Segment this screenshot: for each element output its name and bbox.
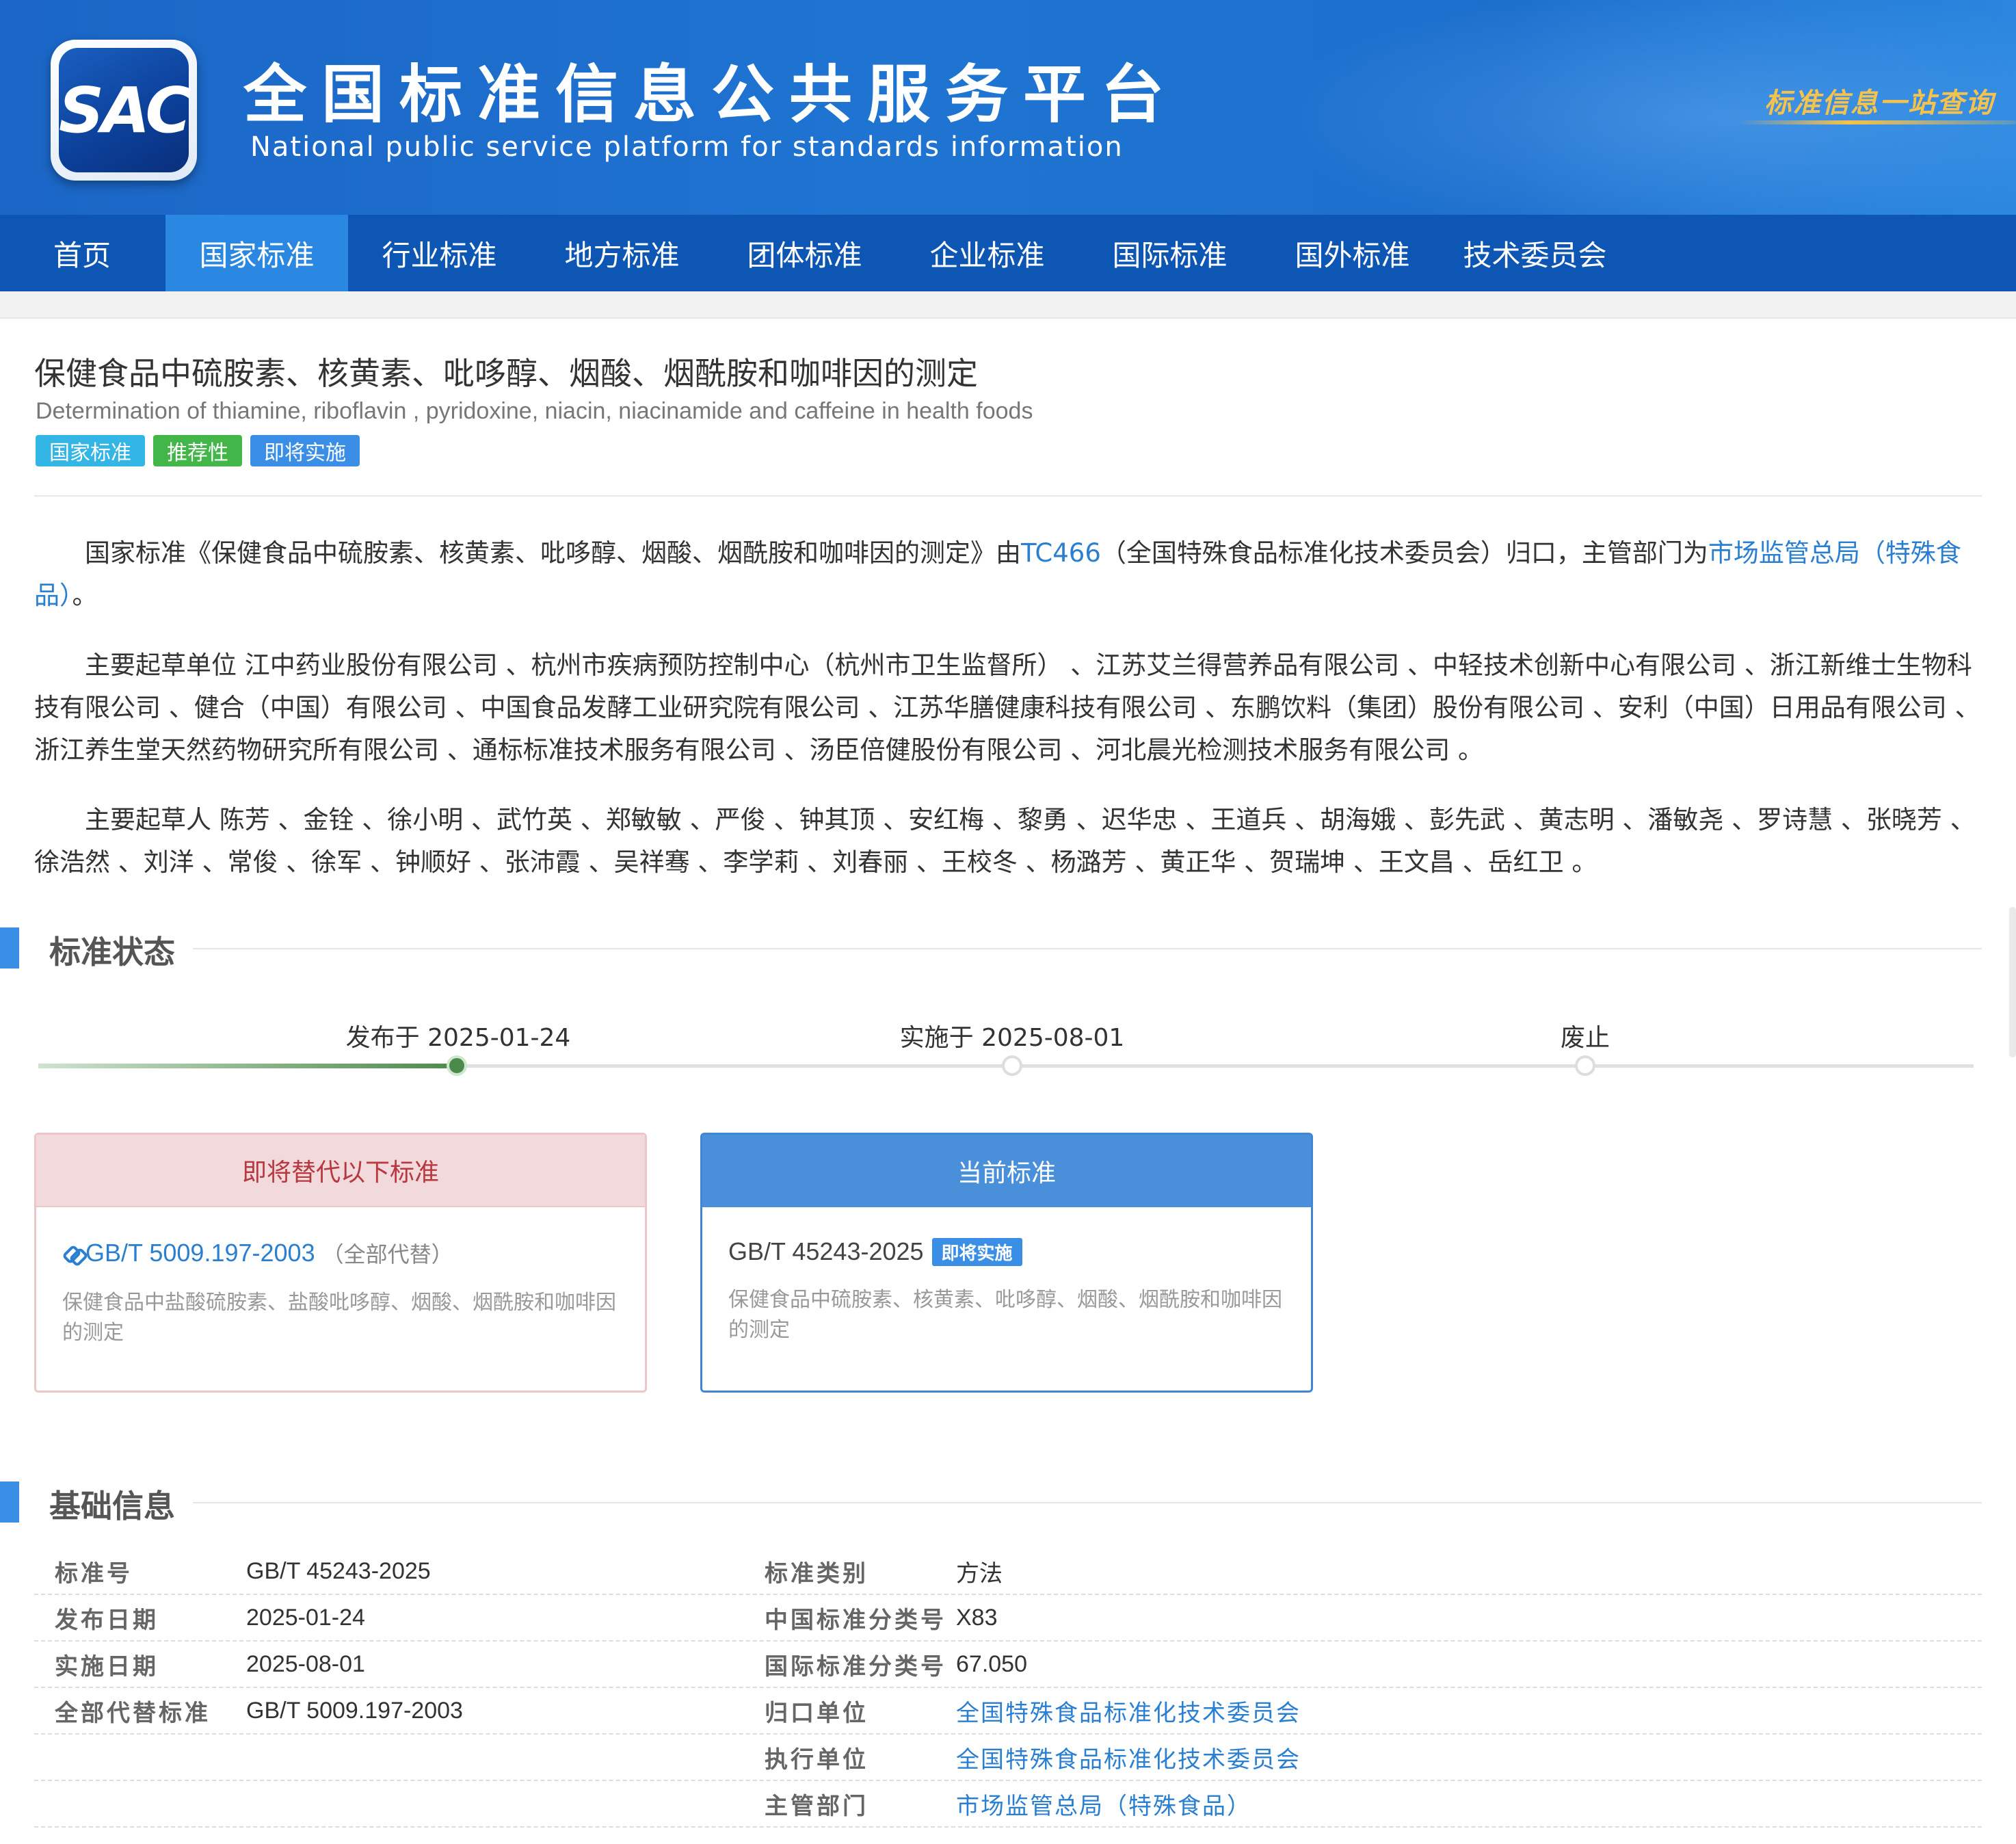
status-section-title: 标准状态 [49, 934, 175, 971]
main-nav: 首页 国家标准 行业标准 地方标准 团体标准 企业标准 国际标准 国外标准 技术… [0, 215, 2016, 291]
intro-paragraph: 国家标准《保健食品中硫胺素、核黄素、吡哆醇、烟酸、烟酰胺和咖啡因的测定》由TC4… [34, 532, 1983, 617]
label-responsible-unit: 归口单位 [765, 1699, 868, 1727]
current-standard-code: GB/T 45243-2025 [728, 1237, 924, 1265]
site-banner: SAC 全国标准信息公共服务平台 National public service… [0, 0, 2016, 215]
info-row: 主管部门 市场监管总局（特殊食品） [34, 1781, 1982, 1828]
label-implement-date: 实施日期 [55, 1652, 159, 1681]
nav-divider [0, 291, 2016, 319]
nav-enterprise-standards[interactable]: 企业标准 [896, 215, 1078, 291]
basic-section-line [193, 1502, 1982, 1503]
intro-text-middle: （全国特殊食品标准化技术委员会）归口，主管部门为 [1100, 538, 1708, 568]
label-publish-date: 发布日期 [55, 1606, 159, 1634]
current-standard-desc: 保健食品中硫胺素、核黄素、吡哆醇、烟酸、烟酰胺和咖啡因的测定 [728, 1288, 1282, 1342]
current-card-header: 当前标准 [702, 1135, 1311, 1207]
basic-section-marker [0, 1481, 19, 1523]
value-standard-category: 方法 [956, 1560, 1003, 1587]
standard-title-en: Determination of thiamine, riboflavin , … [36, 398, 1033, 424]
intro-text-suffix: 。 [72, 581, 98, 610]
label-replaced-standard: 全部代替标准 [55, 1699, 211, 1727]
current-standard-row: GB/T 45243-2025 即将实施 [728, 1237, 1285, 1266]
tag-recommended: 推荐性 [153, 435, 242, 466]
replaced-standard-note: （全部代替） [321, 1242, 453, 1267]
tag-national-standard: 国家标准 [36, 435, 145, 466]
current-standard-card: 当前标准 GB/T 45243-2025 即将实施 保健食品中硫胺素、核黄素、吡… [700, 1133, 1313, 1393]
site-title: 全国标准信息公共服务平台 [243, 58, 1180, 131]
link-icon [62, 1243, 83, 1263]
replaced-card-header: 即将替代以下标准 [36, 1135, 645, 1207]
value-responsible-unit-link[interactable]: 全国特殊食品标准化技术委员会 [956, 1688, 1301, 1733]
replaced-standard-link[interactable]: GB/T 5009.197-2003 [85, 1239, 315, 1267]
site-subtitle: National public service platform for sta… [250, 131, 1124, 163]
timeline-progress [38, 1064, 457, 1068]
drafters-paragraph: 主要起草人 陈芳 、金铨 、徐小明 、武竹英 、郑敏敏 、严俊 、钟其顶 、安红… [34, 805, 1976, 877]
timeline-dot-published [447, 1055, 467, 1076]
timeline-dot-abolished [1575, 1055, 1595, 1076]
timeline-implemented-label: 实施于 2025-08-01 [899, 1024, 1125, 1052]
value-ics: 67.050 [956, 1650, 1027, 1677]
slogan-underline [1737, 120, 2016, 124]
nav-group-standards[interactable]: 团体标准 [713, 215, 896, 291]
status-section-line [193, 948, 1982, 949]
label-executing-unit: 执行单位 [765, 1746, 868, 1774]
nav-national-standards[interactable]: 国家标准 [165, 215, 348, 291]
current-standard-badge: 即将实施 [931, 1237, 1022, 1266]
basic-section-title: 基础信息 [49, 1488, 175, 1525]
value-replaced-standard: GB/T 5009.197-2003 [246, 1697, 463, 1724]
replaced-standard-desc: 保健食品中盐酸硫胺素、盐酸吡哆醇、烟酸、烟酰胺和咖啡因的测定 [62, 1291, 616, 1345]
label-competent-department: 主管部门 [765, 1792, 868, 1820]
title-divider [34, 495, 1982, 497]
nav-industry-standards[interactable]: 行业标准 [348, 215, 531, 291]
scrollbar[interactable] [2009, 907, 2016, 1057]
tag-upcoming: 即将实施 [250, 435, 360, 466]
sac-logo[interactable]: SAC [51, 40, 197, 181]
timeline-dot-implemented [1002, 1055, 1022, 1076]
intro-text-prefix: 国家标准《保健食品中硫胺素、核黄素、吡哆醇、烟酸、烟酰胺和咖啡因的测定》由 [85, 538, 1021, 568]
info-row: 发布日期 2025-01-24 中国标准分类号 X83 [34, 1595, 1982, 1642]
value-publish-date: 2025-01-24 [246, 1604, 365, 1631]
slogan: 标准信息一站查询 [1764, 88, 1994, 119]
standard-tags: 国家标准 推荐性 即将实施 [36, 435, 360, 466]
nav-home[interactable]: 首页 [0, 215, 165, 291]
timeline-published-label: 发布于 2025-01-24 [345, 1024, 571, 1052]
sac-logo-text: SAC [59, 48, 191, 172]
info-row: 实施日期 2025-08-01 国际标准分类号 67.050 [34, 1642, 1982, 1688]
status-section-marker [0, 927, 19, 969]
tc-link[interactable]: TC466 [1021, 538, 1101, 568]
nav-international-standards[interactable]: 国际标准 [1078, 215, 1261, 291]
nav-foreign-standards[interactable]: 国外标准 [1261, 215, 1444, 291]
drafting-units-paragraph: 主要起草单位 江中药业股份有限公司 、杭州市疾病预防控制中心（杭州市卫生监督所）… [34, 650, 1980, 765]
label-standard-number: 标准号 [55, 1559, 133, 1588]
value-implement-date: 2025-08-01 [246, 1650, 365, 1677]
replaced-standard-card: 即将替代以下标准 GB/T 5009.197-2003 （全部代替） 保健食品中… [34, 1133, 647, 1393]
label-ics: 国际标准分类号 [765, 1652, 946, 1681]
info-row: 执行单位 全国特殊食品标准化技术委员会 [34, 1735, 1982, 1781]
label-standard-category: 标准类别 [765, 1559, 868, 1588]
value-ccs: X83 [956, 1604, 998, 1631]
standard-title-cn: 保健食品中硫胺素、核黄素、吡哆醇、烟酸、烟酰胺和咖啡因的测定 [34, 355, 978, 392]
value-standard-number: GB/T 45243-2025 [246, 1557, 431, 1584]
label-ccs: 中国标准分类号 [765, 1606, 946, 1634]
value-executing-unit-link[interactable]: 全国特殊食品标准化技术委员会 [956, 1735, 1301, 1780]
info-row: 全部代替标准 GB/T 5009.197-2003 归口单位 全国特殊食品标准化… [34, 1688, 1982, 1735]
info-row: 标准号 GB/T 45243-2025 标准类别 方法 [34, 1549, 1982, 1595]
timeline-abolished-label: 废止 [1560, 1024, 1610, 1052]
nav-technical-committees[interactable]: 技术委员会 [1444, 215, 1626, 291]
value-competent-department-link[interactable]: 市场监管总局（特殊食品） [956, 1781, 1251, 1826]
replaced-standard-row: GB/T 5009.197-2003 （全部代替） [62, 1237, 619, 1269]
nav-local-standards[interactable]: 地方标准 [531, 215, 713, 291]
